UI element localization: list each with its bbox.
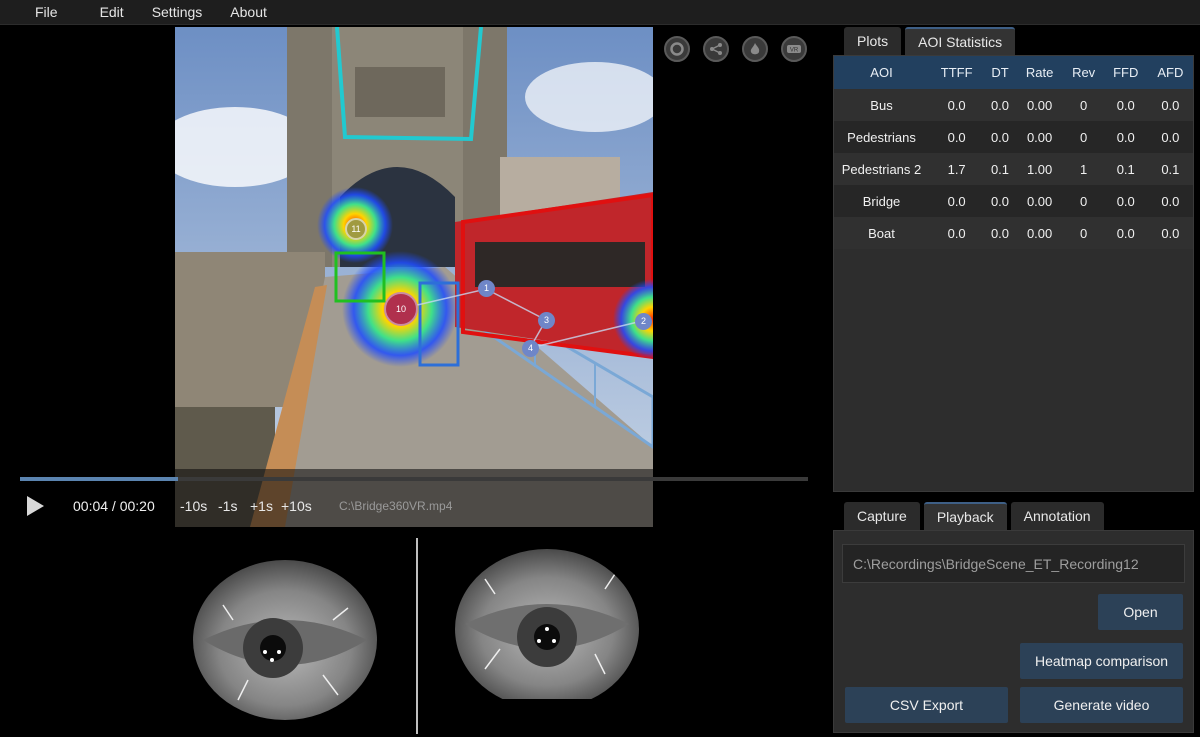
fixation-marker: 3	[538, 312, 555, 329]
table-row[interactable]: Pedestrians 0.0 0.0 0.00 0 0.0 0.0	[834, 121, 1193, 153]
table-row[interactable]: Boat 0.0 0.0 0.00 0 0.0 0.0	[834, 217, 1193, 249]
recording-path-input[interactable]	[842, 544, 1185, 583]
menu-about[interactable]: About	[216, 0, 281, 24]
tab-annotation[interactable]: Annotation	[1010, 502, 1104, 530]
table-cell: 0	[1063, 217, 1104, 249]
time-display: 00:04 / 00:20	[73, 498, 155, 514]
mode-tabs: Capture Playback Annotation	[844, 502, 1104, 530]
eye-divider	[416, 538, 418, 734]
skip-back-1s-button[interactable]: -1s	[218, 498, 237, 514]
table-cell: 0.00	[1015, 121, 1064, 153]
table-cell: 0.0	[984, 89, 1016, 121]
table-cell: 0.0	[929, 121, 985, 153]
skip-forward-1s-button[interactable]: +1s	[250, 498, 273, 514]
table-row[interactable]: Pedestrians 2 1.7 0.1 1.00 1 0.1 0.1	[834, 153, 1193, 185]
fixation-marker: 1	[478, 280, 495, 297]
open-button[interactable]: Open	[1098, 594, 1183, 630]
play-icon	[27, 496, 44, 516]
table-cell: 0.0	[984, 121, 1016, 153]
table-cell: 0.0	[929, 185, 985, 217]
table-cell: 0.0	[1147, 121, 1193, 153]
table-cell: 0.0	[1147, 185, 1193, 217]
table-cell: 0.0	[929, 89, 985, 121]
table-cell: 0	[1063, 185, 1104, 217]
table-cell: Bridge	[834, 185, 929, 217]
table-cell: 0.00	[1015, 217, 1064, 249]
csv-export-button[interactable]: CSV Export	[845, 687, 1008, 723]
record-icon[interactable]	[664, 36, 690, 62]
tab-aoi-statistics[interactable]: AOI Statistics	[905, 27, 1016, 55]
overlay-toolbar: VR	[664, 36, 807, 62]
menu-file[interactable]: File	[0, 0, 86, 24]
menu-settings[interactable]: Settings	[138, 0, 217, 24]
table-cell: 0.0	[1147, 217, 1193, 249]
left-eye-camera	[193, 560, 377, 720]
aoi-statistics-panel: AOI TTFF DT Rate Rev FFD AFD Bus 0.0 0.0…	[833, 55, 1194, 492]
table-cell: 1	[1063, 153, 1104, 185]
column-header[interactable]: DT	[984, 56, 1016, 89]
right-eye-camera	[455, 549, 639, 709]
video-filename: C:\Bridge360VR.mp4	[339, 499, 453, 513]
svg-text:VR: VR	[790, 48, 799, 54]
tab-playback[interactable]: Playback	[923, 502, 1007, 530]
column-header[interactable]: AOI	[834, 56, 929, 89]
table-cell: 0.00	[1015, 89, 1064, 121]
aoi-statistics-table: AOI TTFF DT Rate Rev FFD AFD Bus 0.0 0.0…	[834, 56, 1193, 249]
vr-headset-icon[interactable]: VR	[781, 36, 807, 62]
table-row[interactable]: Bridge 0.0 0.0 0.00 0 0.0 0.0	[834, 185, 1193, 217]
table-cell: 0.00	[1015, 185, 1064, 217]
column-header[interactable]: Rate	[1015, 56, 1064, 89]
table-cell: Boat	[834, 217, 929, 249]
table-cell: 0.0	[1103, 89, 1148, 121]
table-cell: 0.0	[1103, 217, 1148, 249]
tab-plots[interactable]: Plots	[844, 27, 902, 55]
table-cell: Pedestrians 2	[834, 153, 929, 185]
table-cell: 0.1	[1103, 153, 1148, 185]
fixation-marker: 11	[345, 218, 367, 240]
table-cell: 0	[1063, 121, 1104, 153]
column-header[interactable]: FFD	[1103, 56, 1148, 89]
table-cell: 0.0	[1103, 185, 1148, 217]
progress-fill	[20, 477, 178, 481]
column-header[interactable]: Rev	[1063, 56, 1104, 89]
table-row[interactable]: Bus 0.0 0.0 0.00 0 0.0 0.0	[834, 89, 1193, 121]
play-button[interactable]	[25, 496, 45, 516]
tab-capture[interactable]: Capture	[844, 502, 920, 530]
fixation-marker: 10	[384, 292, 418, 326]
heatmap-comparison-button[interactable]: Heatmap comparison	[1020, 643, 1183, 679]
table-cell: Bus	[834, 89, 929, 121]
video-scene	[175, 27, 653, 527]
table-cell: 0.0	[984, 185, 1016, 217]
column-header[interactable]: AFD	[1147, 56, 1193, 89]
progress-track[interactable]	[20, 477, 808, 481]
heatmap-flame-icon[interactable]	[742, 36, 768, 62]
analysis-tabs: Plots AOI Statistics	[844, 27, 1016, 55]
fixation-marker: 4	[522, 340, 539, 357]
table-cell: 0.0	[929, 217, 985, 249]
menu-edit[interactable]: Edit	[86, 0, 138, 24]
fixation-marker: 2	[635, 313, 652, 330]
playback-controls: 00:04 / 00:20 -10s -1s +1s +10s C:\Bridg…	[0, 488, 820, 524]
table-cell: 0.1	[984, 153, 1016, 185]
table-cell: 1.00	[1015, 153, 1064, 185]
column-header[interactable]: TTFF	[929, 56, 985, 89]
video-frame[interactable]: 11 10 1 2 3 4	[175, 27, 653, 527]
table-cell: 0	[1063, 89, 1104, 121]
table-cell: 1.7	[929, 153, 985, 185]
table-cell: 0.1	[1147, 153, 1193, 185]
menu-bar: File Edit Settings About	[0, 0, 1200, 25]
playback-panel: Open Heatmap comparison CSV Export Gener…	[833, 530, 1194, 733]
table-cell: 0.0	[1103, 121, 1148, 153]
table-cell: 0.0	[1147, 89, 1193, 121]
table-cell: Pedestrians	[834, 121, 929, 153]
table-cell: 0.0	[984, 217, 1016, 249]
skip-back-10s-button[interactable]: -10s	[180, 498, 207, 514]
skip-forward-10s-button[interactable]: +10s	[281, 498, 312, 514]
share-icon[interactable]	[703, 36, 729, 62]
generate-video-button[interactable]: Generate video	[1020, 687, 1183, 723]
